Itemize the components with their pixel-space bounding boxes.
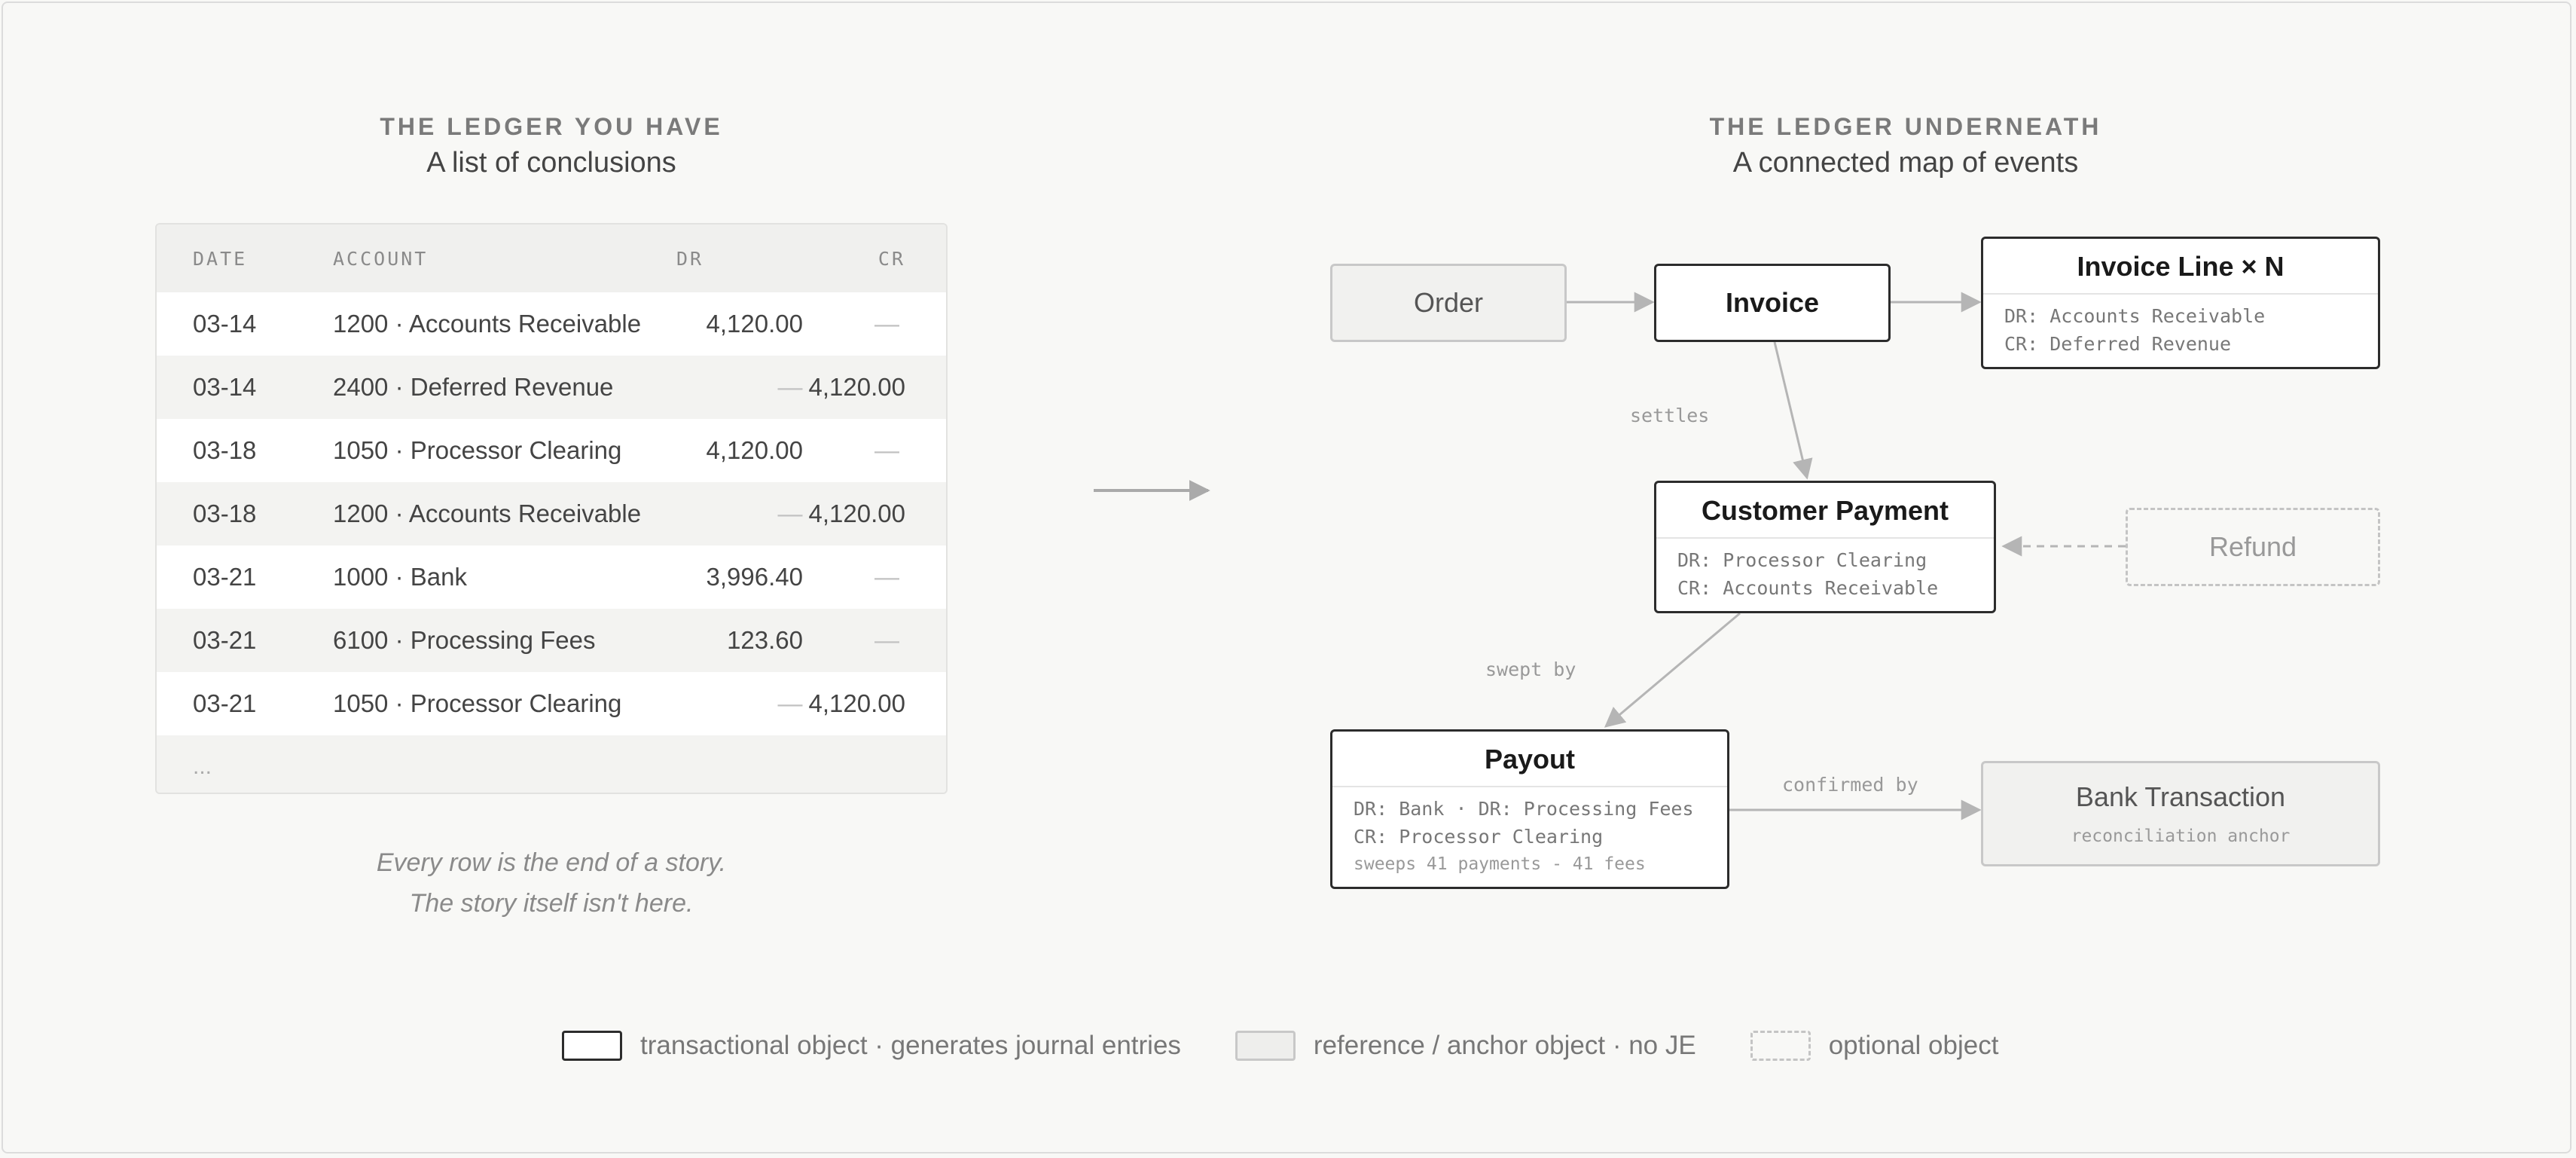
transactional-swatch — [562, 1031, 622, 1061]
invoice-line-cr: CR: Deferred Revenue — [2004, 333, 2232, 355]
payout-cr: CR: Processor Clearing — [1354, 826, 1604, 848]
invoice-line-title: Invoice Line × N — [1983, 239, 2378, 295]
order-node: Order — [1330, 264, 1567, 342]
order-title: Order — [1413, 287, 1484, 318]
payout-title: Payout — [1332, 732, 1727, 787]
legend-item-reference: reference / anchor object · no JE — [1235, 1031, 1696, 1061]
customer-payment-dr: DR: Processor Clearing — [1677, 549, 1927, 571]
bank-transaction-title: Bank Transaction — [2075, 781, 2286, 812]
customer-payment-cr: CR: Accounts Receivable — [1677, 577, 1939, 599]
customer-payment-title: Customer Payment — [1656, 483, 1994, 539]
optional-swatch — [1750, 1031, 1811, 1061]
payout-dr: DR: Bank · DR: Processing Fees — [1354, 798, 1694, 820]
invoice-line-entries: DR: Accounts Receivable CR: Deferred Rev… — [1983, 295, 2378, 358]
edge-label-swept-by: swept by — [1485, 658, 1576, 680]
legend: transactional object · generates journal… — [562, 1031, 1998, 1061]
legend-item-transactional: transactional object · generates journal… — [562, 1031, 1181, 1061]
bank-transaction-sub: reconciliation anchor — [2071, 826, 2291, 846]
customer-payment-node: Customer Payment DR: Processor Clearing … — [1654, 481, 1996, 613]
legend-label-transactional: transactional object · generates journal… — [640, 1031, 1181, 1060]
invoice-line-node: Invoice Line × N DR: Accounts Receivable… — [1981, 237, 2380, 369]
legend-label-reference: reference / anchor object · no JE — [1313, 1031, 1696, 1060]
refund-node: Refund — [2126, 508, 2380, 586]
invoice-line-dr: DR: Accounts Receivable — [2004, 305, 2266, 327]
invoice-node: Invoice — [1654, 264, 1891, 342]
bank-transaction-node: Bank Transaction reconciliation anchor — [1981, 761, 2380, 866]
payout-node: Payout DR: Bank · DR: Processing Fees CR… — [1330, 729, 1729, 889]
payout-entries: DR: Bank · DR: Processing Fees CR: Proce… — [1332, 787, 1727, 878]
edge-label-settles: settles — [1630, 405, 1710, 426]
edge-invoice-payment — [1773, 341, 1813, 480]
edge-payment-payout — [1604, 612, 1741, 728]
refund-title: Refund — [2208, 531, 2297, 562]
customer-payment-entries: DR: Processor Clearing CR: Accounts Rece… — [1656, 539, 1994, 602]
invoice-title: Invoice — [1725, 287, 1820, 318]
reference-swatch — [1235, 1031, 1296, 1061]
edge-label-confirmed-by: confirmed by — [1782, 774, 1918, 796]
legend-label-optional: optional object — [1828, 1031, 1999, 1060]
legend-item-optional: optional object — [1750, 1031, 1999, 1061]
payout-note: sweeps 41 payments - 41 fees — [1354, 854, 1646, 874]
